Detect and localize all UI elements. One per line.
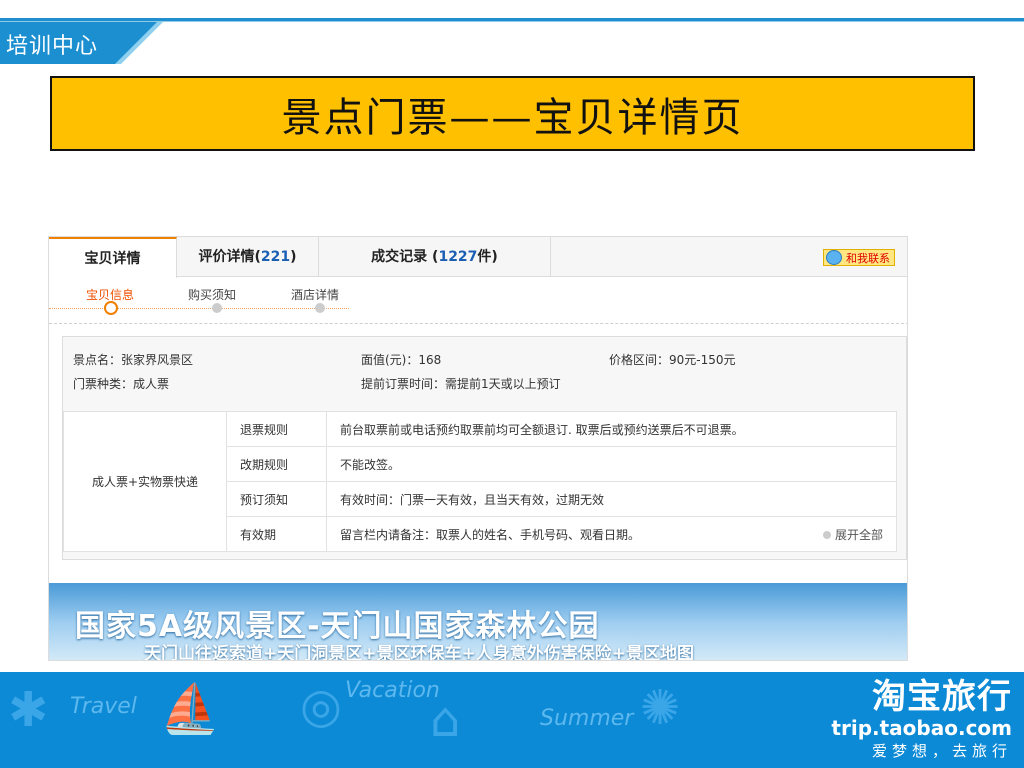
- tab-transactions[interactable]: 成交记录 (1227件): [319, 237, 551, 277]
- tab-label: 成交记录 (: [371, 249, 439, 265]
- ticket-type: 门票种类：成人票: [73, 377, 170, 391]
- rule-value: 有效时间：门票一天有效，且当天有效，过期无效: [326, 481, 897, 517]
- subnav-dot: [315, 303, 325, 313]
- review-count: 221: [260, 249, 291, 265]
- rule-label: 预订须知: [226, 481, 327, 517]
- banner-subtitle: 天门山往返索道+天门洞景区+景区环保车+人身意外伤害保险+景区地图: [144, 644, 694, 661]
- subnav-dotted-line: [49, 308, 349, 309]
- decor-word: Vacation: [345, 678, 440, 703]
- chat-icon: [826, 250, 842, 265]
- table-row: 成人票+实物票快递 退票规则 前台取票前或电话预约取票前均可全额退订. 取票后或…: [63, 411, 897, 552]
- scenic-banner[interactable]: 国家5A级风景区-天门山国家森林公园 天门山往返索道+天门洞景区+景区环保车+人…: [49, 583, 907, 661]
- tab-product-detail[interactable]: 宝贝详情: [49, 237, 177, 278]
- transaction-count: 1227: [438, 249, 478, 265]
- tab-suffix: ): [290, 249, 297, 265]
- face-value: 面值(元)：168: [361, 353, 442, 367]
- rule-value-cell: 留言栏内请备注：取票人的姓名、手机号码、观看日期。 展开全部: [326, 516, 897, 552]
- rule-value: 留言栏内请备注：取票人的姓名、手机号码、观看日期。: [340, 527, 641, 542]
- subnav-purchase-notes[interactable]: 购买须知: [188, 286, 236, 303]
- slide-title: 景点门票——宝贝详情页: [281, 94, 744, 141]
- detail-tabbar: 宝贝详情 评价详情(221) 成交记录 (1227件) 和我联系: [49, 237, 907, 278]
- brand-name: 淘宝旅行: [872, 677, 1012, 717]
- sailboat-icon: ⛵: [160, 681, 220, 737]
- footer-banner: ✱ ⛵ ◎ ⌂ ✺ Travel Vacation Summer 淘宝旅行 tr…: [0, 672, 1024, 768]
- rule-label: 改期规则: [226, 446, 327, 482]
- contact-label: 和我联系: [846, 252, 890, 265]
- advance-booking: 提前订票时间：需提前1天或以上预订: [361, 377, 561, 391]
- tab-suffix: 件): [477, 249, 498, 265]
- rule-label: 有效期: [226, 516, 327, 552]
- decor-word: Summer: [540, 706, 634, 731]
- expand-label: 展开全部: [834, 527, 883, 542]
- palm-tree-icon: ✱: [8, 682, 49, 738]
- price-range: 价格区间：90元-150元: [609, 353, 736, 367]
- expand-icon: [822, 531, 831, 539]
- subnav-dot: [212, 303, 222, 313]
- spot-name: 景点名：张家界风景区: [73, 353, 194, 367]
- sub-navigation: 宝贝信息 购买须知 酒店详情: [49, 278, 907, 324]
- header-badge-text: 培训中心: [6, 34, 99, 59]
- tab-label: 评价详情(: [198, 249, 261, 265]
- expand-all-button[interactable]: 展开全部: [822, 526, 883, 543]
- brand-url: trip.taobao.com: [831, 716, 1012, 740]
- taobao-trip-logo: 淘宝旅行 trip.taobao.com 爱梦想，去旅行: [831, 678, 1012, 762]
- contact-seller-button[interactable]: 和我联系: [823, 249, 895, 266]
- tab-label: 宝贝详情: [84, 251, 141, 267]
- rule-label: 退票规则: [226, 411, 327, 447]
- ticket-group-label: 成人票+实物票快递: [63, 411, 227, 552]
- slide-title-box: 景点门票——宝贝详情页: [50, 76, 975, 151]
- rules-table: 成人票+实物票快递 退票规则 前台取票前或电话预约取票前均可全额退订. 取票后或…: [63, 411, 897, 552]
- rule-value: 前台取票前或电话预约取票前均可全额退订. 取票后或预约送票后不可退票。: [326, 411, 897, 447]
- header-line-light: [0, 21, 1024, 22]
- tab-reviews[interactable]: 评价详情(221): [177, 237, 319, 277]
- brand-slogan: 爱梦想，去旅行: [871, 742, 1012, 760]
- decor-word: Travel: [70, 694, 137, 719]
- rule-value: 不能改签。: [326, 446, 897, 482]
- subnav-hotel-detail[interactable]: 酒店详情: [291, 286, 339, 303]
- camera-icon: ◎: [300, 678, 342, 734]
- sun-icon: ✺: [640, 680, 681, 736]
- ticket-info-panel: 景点名：张家界风景区 门票种类：成人票 面值(元)：168 提前订票时间：需提前…: [62, 336, 907, 560]
- product-detail-screenshot: 宝贝详情 评价详情(221) 成交记录 (1227件) 和我联系 宝贝信息 购买…: [48, 236, 908, 661]
- subnav-dot-active: [104, 301, 118, 315]
